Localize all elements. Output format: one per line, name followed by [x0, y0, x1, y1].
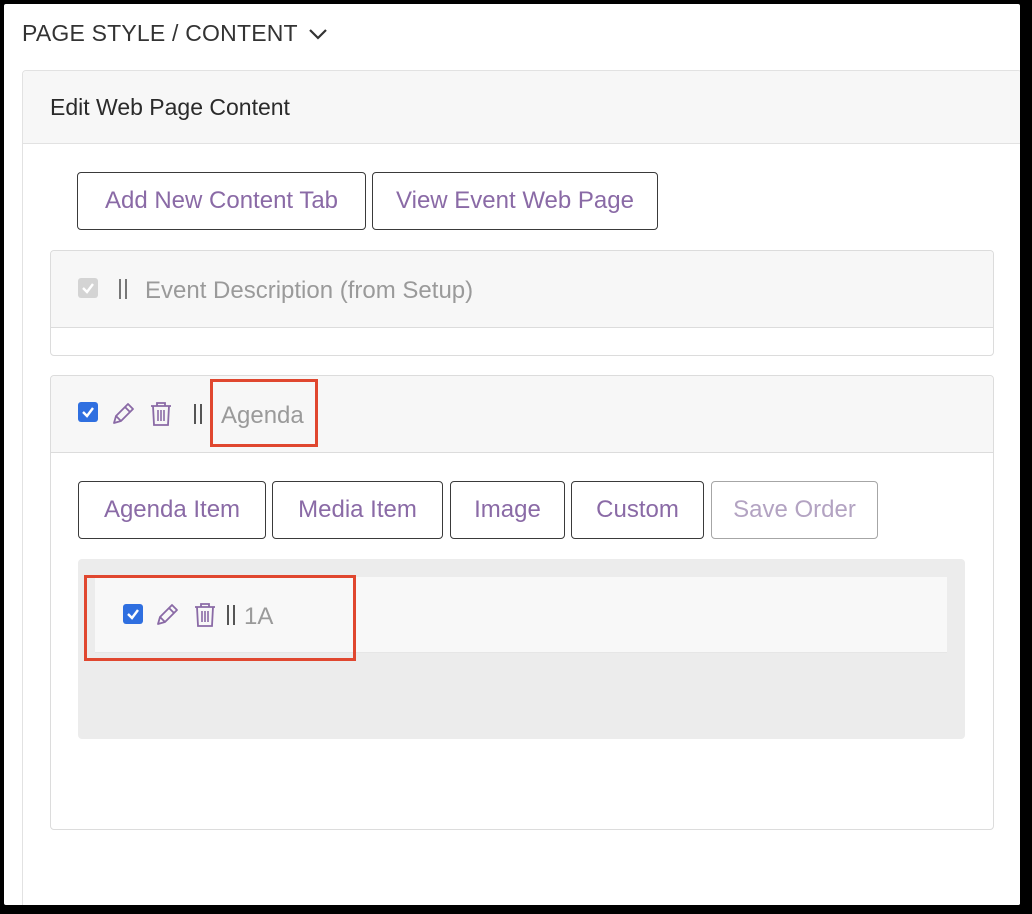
- content-tab-header: Agenda: [51, 376, 993, 453]
- drag-handle-icon[interactable]: [194, 404, 202, 424]
- view-event-web-page-button[interactable]: View Event Web Page: [372, 172, 658, 230]
- tab-visible-checkbox[interactable]: [78, 402, 98, 422]
- highlight-box: [210, 379, 318, 447]
- panel-title: Edit Web Page Content: [50, 93, 290, 120]
- agenda-items-list: 1A: [78, 559, 965, 739]
- edit-content-panel: Edit Web Page Content Add New Content Ta…: [22, 70, 1020, 905]
- add-media-item-button[interactable]: Media Item: [272, 481, 443, 539]
- content-tab-header: Event Description (from Setup): [51, 251, 993, 328]
- section-title-label: PAGE STYLE / CONTENT: [22, 20, 298, 46]
- tab-visible-checkbox: [78, 278, 98, 298]
- trash-delete-icon[interactable]: [149, 401, 173, 427]
- section-title[interactable]: PAGE STYLE / CONTENT: [22, 20, 328, 47]
- add-image-button[interactable]: Image: [450, 481, 565, 539]
- add-agenda-item-button[interactable]: Agenda Item: [78, 481, 266, 539]
- add-custom-button[interactable]: Custom: [571, 481, 704, 539]
- highlight-box: [84, 575, 356, 661]
- pencil-edit-icon[interactable]: [110, 401, 136, 427]
- content-tab-event-description: Event Description (from Setup): [50, 250, 994, 356]
- chevron-down-icon: [309, 28, 327, 40]
- add-content-tab-button[interactable]: Add New Content Tab: [77, 172, 366, 230]
- drag-handle-icon[interactable]: [119, 279, 127, 299]
- page-frame: PAGE STYLE / CONTENT Edit Web Page Conte…: [4, 4, 1020, 905]
- content-tab-agenda: Agenda Agenda Item Media Item Image Cust…: [50, 375, 994, 830]
- panel-header: Edit Web Page Content: [23, 71, 1020, 144]
- content-tab-label: Event Description (from Setup): [145, 277, 474, 304]
- save-order-button: Save Order: [711, 481, 878, 539]
